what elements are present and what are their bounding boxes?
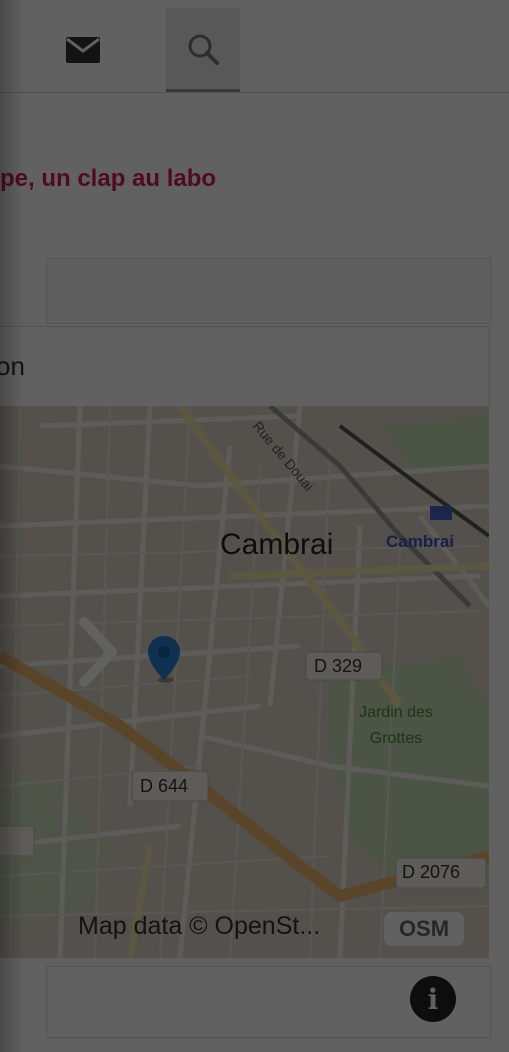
map-attribution[interactable]: Map data © OpenSt...: [78, 912, 320, 948]
search-tab[interactable]: [166, 8, 240, 92]
location-header: on: [0, 326, 490, 408]
envelope-icon: [66, 37, 100, 63]
chevron-right-icon: [79, 617, 117, 687]
info-icon: i: [427, 982, 439, 1016]
map-label-city: Cambrai: [220, 528, 334, 561]
info-panel: [46, 258, 491, 324]
info-button[interactable]: i: [410, 976, 456, 1022]
map-view[interactable]: Cambrai Cambrai D 329 D 644 D 2076 Jardi…: [0, 406, 489, 958]
map-pin-icon: [148, 636, 180, 683]
map-label-station: Cambrai: [386, 532, 455, 551]
map-label-park: Jardin des Grottes: [359, 704, 433, 747]
search-icon: [188, 34, 219, 65]
mail-tab[interactable]: [46, 8, 120, 92]
map-label-road-d329: D 329: [314, 656, 363, 676]
map-label-road-d2076: D 2076: [402, 862, 461, 882]
article-headline[interactable]: pe, un clap au labo: [0, 165, 216, 193]
osm-badge[interactable]: OSM: [384, 912, 464, 946]
drawer-edge: [0, 0, 24, 1052]
map-marker[interactable]: [146, 634, 182, 684]
map-next-button[interactable]: [72, 612, 122, 692]
top-bar: [0, 0, 509, 93]
map-label-road-d644: D 644: [140, 776, 189, 796]
